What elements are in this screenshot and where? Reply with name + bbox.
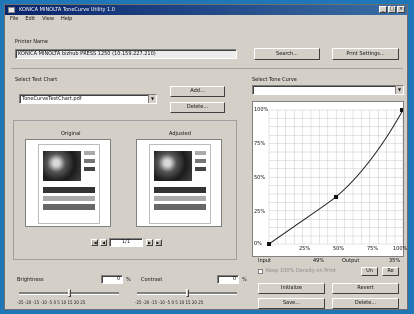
y-tick-75: 75% bbox=[254, 141, 266, 147]
chevron-down-icon[interactable]: ▼ bbox=[395, 86, 403, 94]
keep-density-label: Keep 100% Density on Print bbox=[266, 268, 336, 274]
revert-button[interactable]: Revert bbox=[332, 283, 399, 294]
menu-view[interactable]: View bbox=[42, 15, 54, 24]
test-chart-value: ToneCurveTestChart.pdf bbox=[22, 96, 82, 102]
menu-edit[interactable]: Edit bbox=[25, 15, 35, 24]
y-tick-100: 100% bbox=[254, 107, 269, 113]
tone-curve-graph[interactable]: 100% 75% 50% 25% 0% 25% 50% 75% 100% bbox=[252, 101, 408, 257]
original-chart-page bbox=[38, 144, 100, 224]
brightness-slider-thumb[interactable] bbox=[68, 289, 71, 297]
output-label: Output bbox=[342, 258, 360, 264]
contrast-scale: -25 -20 -15 -10 -5 0 5 10 15 20 25 bbox=[135, 300, 204, 305]
input-value: 49% bbox=[313, 258, 325, 264]
last-page-button[interactable]: ▶| bbox=[155, 239, 162, 246]
undo-button[interactable]: Un bbox=[361, 267, 378, 276]
keep-density-checkbox[interactable] bbox=[258, 269, 263, 274]
tone-curve-select[interactable]: ▼ bbox=[252, 85, 404, 95]
brightness-label: Brightness bbox=[17, 277, 44, 283]
maximize-button[interactable]: □ bbox=[388, 6, 396, 13]
prev-page-button[interactable]: ◀ bbox=[100, 239, 107, 246]
printer-name-label: Printer Name bbox=[15, 39, 48, 45]
close-button[interactable]: × bbox=[397, 6, 405, 13]
brightness-unit: % bbox=[126, 277, 131, 283]
contrast-unit: % bbox=[242, 277, 247, 283]
portrait-image bbox=[43, 151, 81, 181]
x-tick-75: 75% bbox=[367, 246, 379, 252]
add-chart-button[interactable]: Add... bbox=[170, 86, 225, 97]
test-chart-label: Select Test Chart bbox=[15, 77, 58, 83]
original-preview bbox=[25, 139, 111, 227]
test-chart-select[interactable]: ToneCurveTestChart.pdf ▼ bbox=[19, 94, 157, 104]
brightness-scale: -25 -20 -15 -10 -5 0 5 10 15 20 25 bbox=[17, 300, 86, 305]
page-indicator[interactable]: 1/1 bbox=[109, 238, 143, 247]
minimize-button[interactable]: _ bbox=[379, 6, 387, 13]
x-tick-25: 25% bbox=[299, 246, 311, 252]
print-settings-button[interactable]: Print Settings... bbox=[332, 48, 399, 60]
menu-file[interactable]: File bbox=[10, 15, 18, 24]
save-curve-button[interactable]: Save... bbox=[258, 298, 325, 309]
brightness-value-field[interactable]: 0 bbox=[101, 275, 123, 284]
y-tick-50: 50% bbox=[254, 175, 266, 181]
y-tick-25: 25% bbox=[254, 209, 266, 215]
original-label: Original bbox=[61, 131, 81, 137]
adjusted-label: Adjusted bbox=[169, 131, 191, 137]
chevron-down-icon[interactable]: ▼ bbox=[148, 95, 156, 103]
tone-curve-svg bbox=[267, 108, 403, 246]
curve-point-start bbox=[267, 242, 271, 246]
adjusted-chart-page bbox=[149, 144, 211, 224]
separator bbox=[11, 68, 403, 69]
x-tick-50: 50% bbox=[333, 246, 345, 252]
adjusted-preview bbox=[136, 139, 222, 227]
first-page-button[interactable]: |◀ bbox=[91, 239, 98, 246]
input-label: Input bbox=[258, 258, 271, 264]
window-title: KONICA MINOLTA ToneCurve Utility 1.0 bbox=[19, 7, 115, 13]
main-window: KONICA MINOLTA ToneCurve Utility 1.0 _ □… bbox=[4, 4, 408, 310]
menu-bar: File Edit View Help bbox=[5, 15, 407, 24]
menu-help[interactable]: Help bbox=[61, 15, 72, 24]
contrast-value-field[interactable]: 0 bbox=[217, 275, 239, 284]
contrast-slider-thumb[interactable] bbox=[186, 289, 189, 297]
y-tick-0: 0% bbox=[254, 241, 262, 247]
contrast-label: Contrast bbox=[141, 277, 163, 283]
search-button[interactable]: Search... bbox=[254, 48, 320, 60]
initialize-button[interactable]: Initialize bbox=[258, 283, 325, 294]
portrait-image bbox=[154, 151, 192, 181]
title-bar: KONICA MINOLTA ToneCurve Utility 1.0 _ □… bbox=[5, 5, 407, 15]
delete-chart-button[interactable]: Delete... bbox=[170, 102, 225, 113]
output-value: 35% bbox=[389, 258, 401, 264]
tone-curve-label: Select Tone Curve bbox=[252, 77, 297, 83]
redo-button[interactable]: Re bbox=[382, 267, 399, 276]
printer-name-field[interactable]: KONICA MINOLTA bizhub PRESS 1250 (10.159… bbox=[15, 49, 237, 59]
curve-point-mid bbox=[334, 195, 338, 199]
delete-curve-button[interactable]: Delete... bbox=[332, 298, 399, 309]
next-page-button[interactable]: ▶ bbox=[146, 239, 153, 246]
curve-point-end bbox=[400, 108, 403, 112]
app-icon bbox=[8, 7, 15, 13]
x-tick-100: 100% bbox=[393, 246, 408, 252]
